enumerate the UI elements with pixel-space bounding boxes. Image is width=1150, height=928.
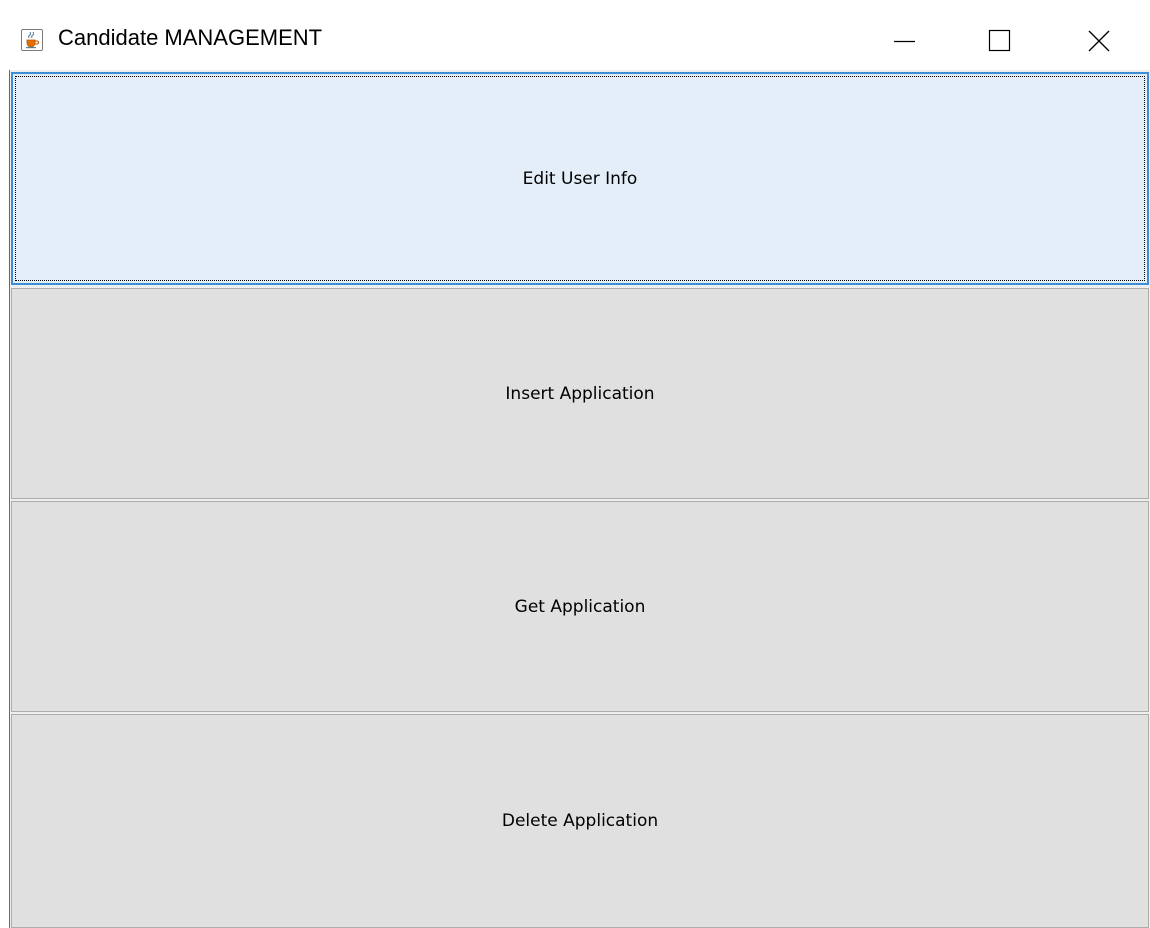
- maximize-icon: [988, 29, 1011, 52]
- insert-application-button[interactable]: Insert Application: [11, 288, 1149, 499]
- close-button[interactable]: [1066, 14, 1132, 70]
- get-application-button[interactable]: Get Application: [11, 501, 1149, 712]
- window-title: Candidate MANAGEMENT: [58, 25, 323, 50]
- close-icon: [1088, 30, 1110, 52]
- edit-user-info-label: Edit User Info: [522, 168, 638, 189]
- insert-application-label: Insert Application: [505, 383, 655, 404]
- delete-application-label: Delete Application: [501, 811, 659, 831]
- application-window: Candidate MANAGEMENT Edit User Info Inse…: [0, 0, 1150, 928]
- get-application-label: Get Application: [514, 596, 646, 617]
- java-cup-icon[interactable]: [21, 29, 43, 51]
- edit-user-info-button[interactable]: Edit User Info: [11, 72, 1149, 285]
- button-panel: Edit User Info Insert Application Get Ap…: [9, 70, 1150, 928]
- title-bar[interactable]: Candidate MANAGEMENT: [0, 0, 1150, 70]
- minimize-button[interactable]: [872, 14, 938, 70]
- minimize-icon: [894, 40, 915, 43]
- delete-application-button[interactable]: Delete Application: [11, 714, 1149, 928]
- maximize-button[interactable]: [968, 14, 1034, 70]
